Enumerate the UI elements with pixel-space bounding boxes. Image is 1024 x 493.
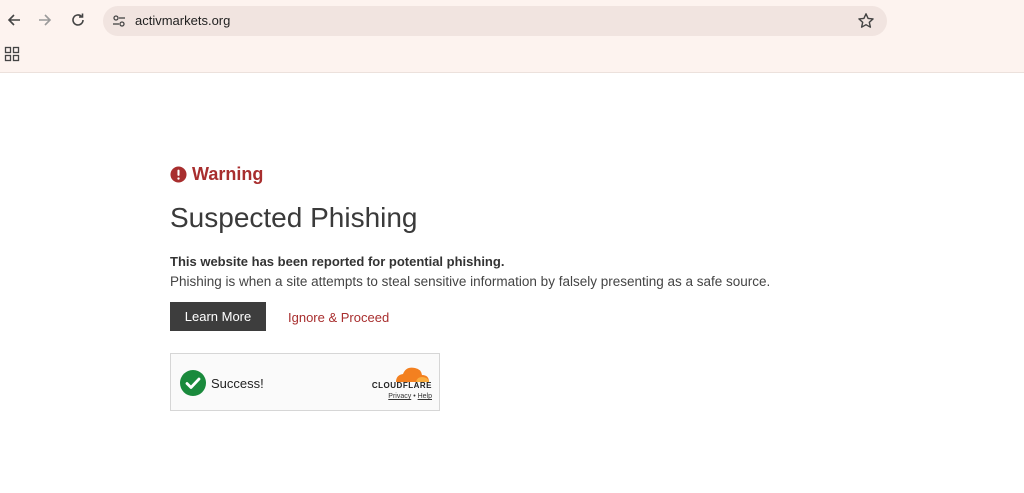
- description-text: Phishing is when a site attempts to stea…: [170, 274, 771, 289]
- check-circle-icon: [180, 370, 206, 396]
- lead-text: This website has been reported for poten…: [170, 254, 505, 269]
- help-link[interactable]: Help: [418, 393, 432, 400]
- learn-more-button[interactable]: Learn More: [170, 302, 266, 331]
- address-bar[interactable]: activmarkets.org: [103, 6, 887, 36]
- ignore-proceed-link[interactable]: Ignore & Proceed: [288, 310, 389, 325]
- star-icon[interactable]: [857, 12, 875, 30]
- tune-icon: [113, 15, 125, 27]
- warning-label: Warning: [192, 164, 264, 184]
- link-separator: •: [413, 393, 416, 400]
- page-title: Suspected Phishing: [170, 202, 418, 233]
- forward-button[interactable]: [34, 9, 56, 31]
- browser-toolbar: activmarkets.org: [0, 0, 1024, 73]
- apps-grid-icon[interactable]: [4, 46, 20, 62]
- turnstile-links: Privacy • Help: [388, 393, 432, 400]
- reload-button[interactable]: [67, 9, 89, 31]
- alert-circle-icon: [170, 166, 187, 183]
- cloudflare-wordmark: CLOUDFLARE: [371, 381, 432, 390]
- turnstile-widget[interactable]: Success! CLOUDFLARE Privacy • Help: [170, 353, 440, 411]
- warning-heading: Warning: [170, 164, 263, 185]
- back-button[interactable]: [3, 9, 25, 31]
- privacy-link[interactable]: Privacy: [388, 393, 411, 400]
- arrow-right-icon: [39, 14, 52, 26]
- success-text: Success!: [211, 376, 264, 391]
- reload-icon: [72, 13, 84, 26]
- arrow-left-icon: [7, 14, 20, 26]
- url-text[interactable]: activmarkets.org: [135, 13, 230, 28]
- site-info-button[interactable]: [109, 11, 129, 31]
